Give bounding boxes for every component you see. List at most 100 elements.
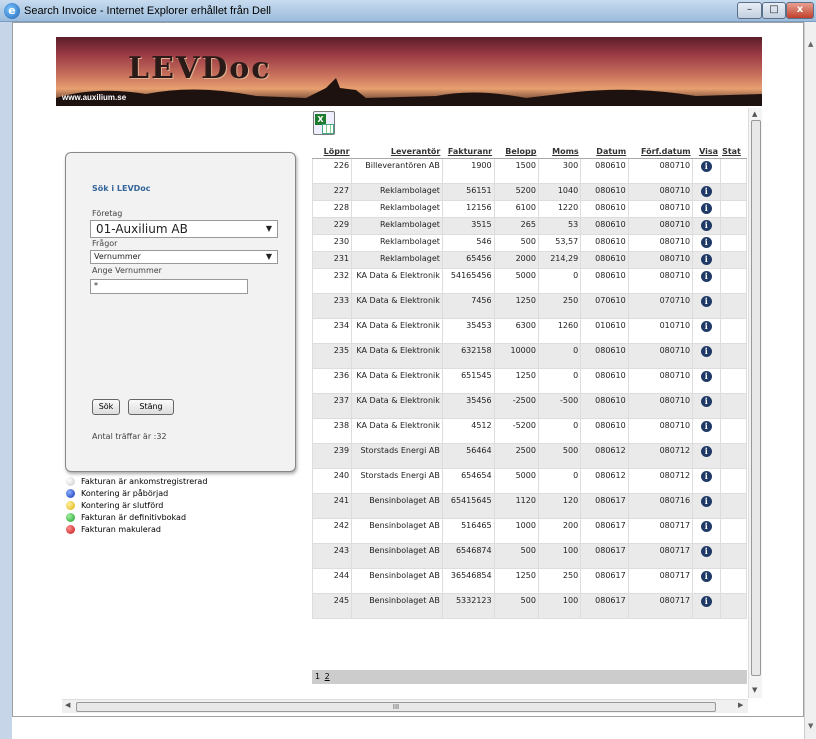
info-icon[interactable]: i	[700, 160, 712, 172]
cell-datum: 080610	[580, 392, 629, 419]
close-button[interactable]: x	[786, 2, 814, 19]
header-banner: LEVDoc www.auxilium.se	[56, 37, 762, 106]
foretag-select[interactable]: 01-Auxilium AB ▼	[90, 220, 278, 238]
status-cell	[719, 417, 748, 444]
scroll-thumb[interactable]: III	[76, 702, 716, 712]
table-row[interactable]: 241 Bensinbolaget AB 65415645 1120 120 080617…	[311, 492, 748, 519]
column-header-belopp[interactable]: Belopp	[494, 146, 539, 159]
info-icon[interactable]: i	[700, 595, 712, 607]
table-row[interactable]: 233 KA Data & Elektronik 7456 1250 250 070610…	[311, 292, 748, 319]
legend-item: Fakturan är definitivbokad	[64, 512, 207, 524]
cell-leverantor: Reklambolaget	[351, 250, 443, 269]
column-header-datum[interactable]: Datum	[580, 146, 629, 159]
cell-fakturanr: 3515	[441, 216, 495, 235]
info-icon[interactable]: i	[700, 253, 712, 265]
cell-leverantor: Reklambolaget	[351, 199, 443, 218]
scroll-up-icon[interactable]: ▲	[808, 40, 813, 48]
info-icon[interactable]: i	[700, 236, 712, 248]
search-button[interactable]: Sök	[92, 399, 120, 415]
maximize-button[interactable]: □	[762, 2, 786, 19]
fragor-select[interactable]: Vernummer ▼	[90, 250, 278, 264]
info-icon[interactable]: i	[700, 395, 712, 407]
window-vertical-scrollbar[interactable]: ▲ ▼	[804, 22, 816, 739]
internet-explorer-icon: e	[4, 3, 20, 19]
info-icon[interactable]: i	[700, 445, 712, 457]
column-header-moms[interactable]: Moms	[538, 146, 581, 159]
scroll-right-icon[interactable]: ▶	[738, 701, 743, 709]
info-icon[interactable]: i	[700, 520, 712, 532]
cell-datum: 080610	[580, 342, 629, 369]
column-header-visa[interactable]: Visa	[692, 146, 721, 159]
cell-belopp: 6100	[493, 199, 539, 218]
table-row[interactable]: 242 Bensinbolaget AB 516465 1000 200 080617 08…	[311, 517, 748, 544]
cell-fakturanr: 65456	[441, 250, 495, 269]
table-row[interactable]: 243 Bensinbolaget AB 6546874 500 100 080617 08…	[311, 542, 748, 569]
foretag-select-value: 01-Auxilium AB	[96, 222, 188, 236]
scroll-down-icon[interactable]: ▼	[808, 722, 813, 730]
table-row[interactable]: 230 Reklambolaget 546 500 53,57 080610 080710 i	[311, 233, 748, 252]
minimize-button[interactable]: –	[737, 2, 762, 19]
cell-lopnr: 231	[311, 250, 353, 269]
info-icon[interactable]: i	[700, 202, 712, 214]
vernummer-input[interactable]: *	[90, 279, 248, 294]
green-status-icon	[66, 513, 75, 522]
table-row[interactable]: 232 KA Data & Elektronik 54165456 5000 0 0806…	[311, 267, 748, 294]
table-row[interactable]: 240 Storstads Energi AB 654654 5000 0 080612 0…	[311, 467, 748, 494]
column-header-leverantor[interactable]: Leverantör	[351, 146, 443, 159]
cell-forfdatum: 080716	[627, 492, 694, 519]
scroll-up-icon[interactable]: ▲	[752, 110, 757, 118]
table-vertical-scrollbar[interactable]: ▲ ▼	[748, 108, 762, 698]
table-row[interactable]: 228 Reklambolaget 12156 6100 1220 080610 08071…	[311, 199, 748, 218]
column-header-status[interactable]: Stat	[720, 146, 747, 159]
table-row[interactable]: 234 KA Data & Elektronik 35453 6300 1260 0106…	[311, 317, 748, 344]
table-row[interactable]: 237 KA Data & Elektronik 35456 -2500 -500 080…	[311, 392, 748, 419]
column-header-forfdatum[interactable]: Förf.datum	[628, 146, 693, 159]
cell-fakturanr: 56151	[441, 182, 495, 201]
cell-belopp: 1250	[493, 367, 539, 394]
excel-export-icon[interactable]: X	[313, 111, 335, 135]
ange-vernummer-label: Ange Vernummer	[92, 266, 162, 275]
table-row[interactable]: 238 KA Data & Elektronik 4512 -5200 0 080610 0…	[311, 417, 748, 444]
table-row[interactable]: 244 Bensinbolaget AB 36546854 1250 250 080617…	[311, 567, 748, 594]
close-search-button[interactable]: Stäng	[128, 399, 174, 415]
info-icon[interactable]: i	[700, 420, 712, 432]
pagination: 1 2	[312, 670, 747, 684]
info-icon[interactable]: i	[700, 219, 712, 231]
cell-datum: 080617	[580, 517, 629, 544]
cell-lopnr: 239	[311, 442, 353, 469]
cell-lopnr: 240	[311, 467, 353, 494]
cell-moms: 250	[537, 292, 582, 319]
table-row[interactable]: 229 Reklambolaget 3515 265 53 080610 080710 i	[311, 216, 748, 235]
info-icon[interactable]: i	[700, 270, 712, 282]
table-row[interactable]: 245 Bensinbolaget AB 5332123 500 100 080617 08…	[311, 592, 748, 619]
info-icon[interactable]: i	[700, 185, 712, 197]
info-icon[interactable]: i	[700, 345, 712, 357]
table-row[interactable]: 236 KA Data & Elektronik 651545 1250 0 080610…	[311, 367, 748, 394]
info-icon[interactable]: i	[700, 495, 712, 507]
info-icon[interactable]: i	[700, 320, 712, 332]
table-row[interactable]: 235 KA Data & Elektronik 632158 10000 0 08061…	[311, 342, 748, 369]
scroll-down-icon[interactable]: ▼	[752, 686, 757, 694]
horizontal-scrollbar[interactable]: ◀ III ▶	[62, 699, 748, 713]
visa-cell: i	[692, 342, 721, 369]
table-row[interactable]: 226 Billeverantören AB 1900 1500 300 080610 08…	[311, 157, 748, 184]
table-row[interactable]: 239 Storstads Energi AB 56464 2500 500 080612…	[311, 442, 748, 469]
scroll-left-icon[interactable]: ◀	[65, 701, 70, 709]
site-url: www.auxilium.se	[62, 93, 127, 102]
column-header-lopnr[interactable]: Löpnr	[312, 146, 352, 159]
info-icon[interactable]: i	[700, 545, 712, 557]
info-icon[interactable]: i	[700, 295, 712, 307]
column-header-fakturanr[interactable]: Fakturanr	[442, 146, 495, 159]
table-row[interactable]: 231 Reklambolaget 65456 2000 214,29 080610 080…	[311, 250, 748, 269]
cell-lopnr: 233	[311, 292, 353, 319]
page-2-link[interactable]: 2	[325, 672, 330, 681]
info-icon[interactable]: i	[700, 570, 712, 582]
info-icon[interactable]: i	[700, 370, 712, 382]
cell-belopp: 500	[493, 592, 539, 619]
cell-belopp: 500	[493, 233, 539, 252]
table-row[interactable]: 227 Reklambolaget 56151 5200 1040 080610 08071…	[311, 182, 748, 201]
cell-leverantor: KA Data & Elektronik	[351, 267, 443, 294]
cell-fakturanr: 35456	[441, 392, 495, 419]
scroll-thumb[interactable]	[751, 120, 761, 676]
info-icon[interactable]: i	[700, 470, 712, 482]
